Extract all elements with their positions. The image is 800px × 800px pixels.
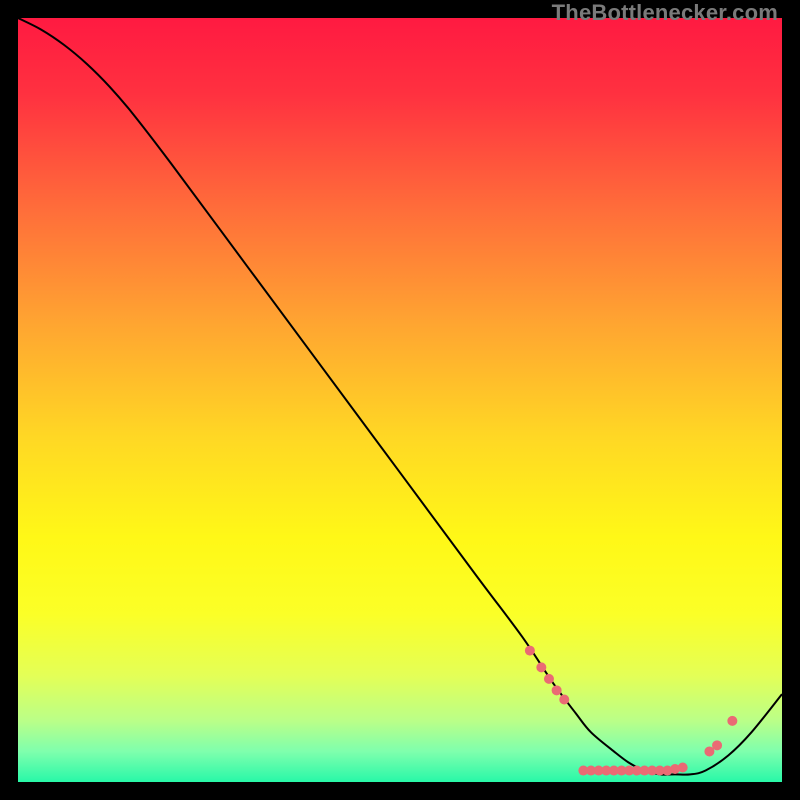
curve-layer xyxy=(18,18,782,782)
chart-container: TheBottlenecker.com xyxy=(0,0,800,800)
bottleneck-curve xyxy=(18,18,782,775)
marker-point xyxy=(712,740,722,750)
plot-area xyxy=(18,18,782,782)
watermark-text: TheBottlenecker.com xyxy=(552,0,778,26)
marker-point xyxy=(536,662,546,672)
marker-point xyxy=(544,674,554,684)
marker-point xyxy=(727,716,737,726)
marker-point xyxy=(559,694,569,704)
marker-point xyxy=(552,685,562,695)
marker-point xyxy=(678,762,688,772)
marker-point xyxy=(525,646,535,656)
marker-points xyxy=(525,646,737,776)
